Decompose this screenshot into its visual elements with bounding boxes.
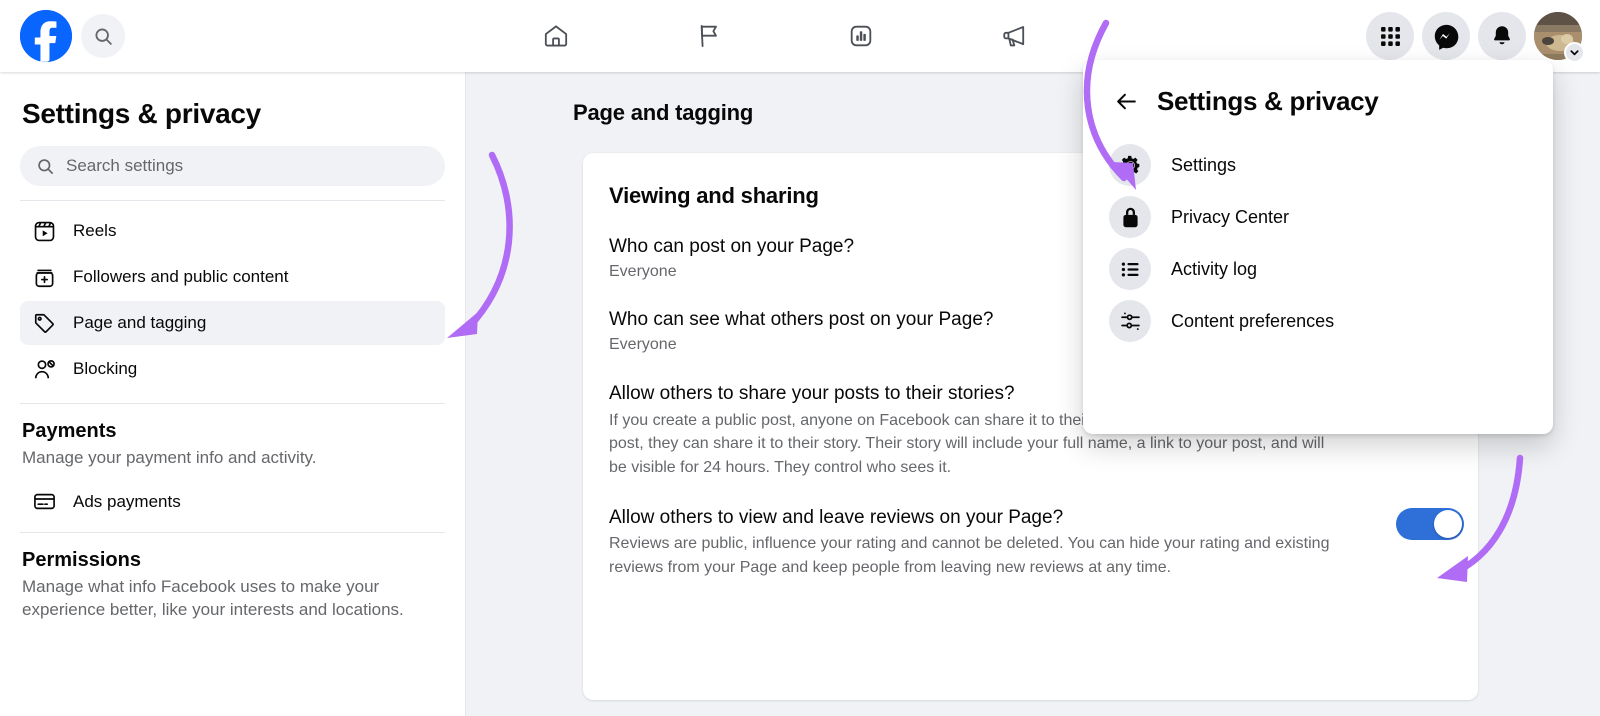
grid-menu-button[interactable] xyxy=(1366,12,1414,60)
tab-ads[interactable] xyxy=(958,8,1070,64)
lock-icon-wrap xyxy=(1109,196,1151,238)
topbar-tabs xyxy=(500,0,1070,72)
panel-item-settings[interactable]: Settings xyxy=(1091,139,1545,191)
sidebar-item-label: Reels xyxy=(73,221,117,240)
block-user-icon xyxy=(34,359,55,378)
chevron-down-icon xyxy=(1570,50,1579,56)
panel-title: Settings & privacy xyxy=(1157,86,1379,116)
app-root: Settings & privacy Search settings Reels… xyxy=(0,0,1600,716)
setting-row-reviews: Allow others to view and leave reviews o… xyxy=(583,506,1478,580)
sidebar-item-ads-payments[interactable]: Ads payments xyxy=(20,480,445,524)
bell-icon xyxy=(1494,26,1510,45)
messenger-button[interactable] xyxy=(1422,12,1470,60)
panel-item-label: Activity log xyxy=(1171,258,1258,279)
tab-pages[interactable] xyxy=(653,8,765,64)
lock-icon xyxy=(1122,207,1138,227)
panel-item-label: Settings xyxy=(1171,154,1237,175)
followers-icon xyxy=(35,269,54,287)
gear-icon-wrap xyxy=(1109,144,1151,186)
sidebar-item-label: Followers and public content xyxy=(73,267,289,286)
list-icon xyxy=(1121,262,1139,276)
topbar-search-button[interactable] xyxy=(81,14,125,58)
panel-item-content-preferences[interactable]: Content preferences xyxy=(1091,295,1545,347)
section-title-permissions: Permissions xyxy=(22,548,141,571)
sliders-icon xyxy=(1120,312,1140,330)
notifications-button[interactable] xyxy=(1478,12,1526,60)
sliders-icon-wrap xyxy=(1109,300,1151,342)
divider xyxy=(20,531,445,533)
credit-card-icon xyxy=(34,494,55,510)
section-desc-payments: Manage your payment info and activity. xyxy=(22,448,317,467)
toggle-knob xyxy=(1434,509,1462,538)
sidebar-item-blocking[interactable]: Blocking xyxy=(20,347,445,391)
settings-privacy-dropdown: Settings & privacy Settings Privacy Cent… xyxy=(1083,60,1553,434)
tab-insights[interactable] xyxy=(805,8,917,64)
tab-home[interactable] xyxy=(500,8,612,64)
sidebar-item-reels[interactable]: Reels xyxy=(20,209,445,253)
tag-icon xyxy=(34,313,54,333)
settings-sidebar: Settings & privacy Search settings Reels… xyxy=(0,72,466,716)
list-icon-wrap xyxy=(1109,248,1151,290)
search-settings-input[interactable]: Search settings xyxy=(20,146,445,186)
gear-icon xyxy=(1120,155,1139,175)
panel-item-privacy-center[interactable]: Privacy Center xyxy=(1091,191,1545,243)
flag-icon xyxy=(700,25,717,47)
panel-header: Settings & privacy xyxy=(1083,86,1553,117)
account-chevron xyxy=(1564,42,1585,63)
setting-description: Reviews are public, influence your ratin… xyxy=(609,535,1330,577)
page-title: Settings & privacy xyxy=(22,98,261,129)
panel-item-label: Privacy Center xyxy=(1171,206,1290,227)
sidebar-item-page-and-tagging[interactable]: Page and tagging xyxy=(20,301,445,345)
home-icon xyxy=(544,25,568,47)
account-menu-button[interactable] xyxy=(1534,12,1585,63)
reels-icon xyxy=(34,221,55,241)
sidebar-item-label: Ads payments xyxy=(73,491,181,511)
search-icon xyxy=(94,27,112,45)
panel-item-activity-log[interactable]: Activity log xyxy=(1091,243,1545,295)
facebook-logo[interactable] xyxy=(20,10,72,62)
sidebar-item-followers-and-public-content[interactable]: Followers and public content xyxy=(20,255,445,299)
grid-menu-icon xyxy=(1380,26,1400,46)
setting-question: Allow others to view and leave reviews o… xyxy=(609,506,1064,528)
divider xyxy=(20,403,445,404)
panel-item-label: Content preferences xyxy=(1171,310,1335,331)
messenger-icon xyxy=(1434,24,1458,50)
search-settings-placeholder: Search settings xyxy=(66,156,184,175)
megaphone-icon xyxy=(1003,26,1025,47)
section-desc-permissions: Manage what info Facebook uses to make y… xyxy=(22,576,404,619)
arrow-left-icon xyxy=(1116,93,1136,110)
insights-chart-icon xyxy=(851,25,872,47)
search-icon xyxy=(38,158,53,174)
divider xyxy=(20,200,445,201)
topbar-left-group xyxy=(0,10,125,62)
panel-back-button[interactable] xyxy=(1111,87,1141,117)
sidebar-item-label: Blocking xyxy=(73,359,138,378)
section-title-payments: Payments xyxy=(22,420,117,442)
sidebar-item-label: Page and tagging xyxy=(73,313,207,332)
toggle-reviews[interactable] xyxy=(1396,507,1464,540)
